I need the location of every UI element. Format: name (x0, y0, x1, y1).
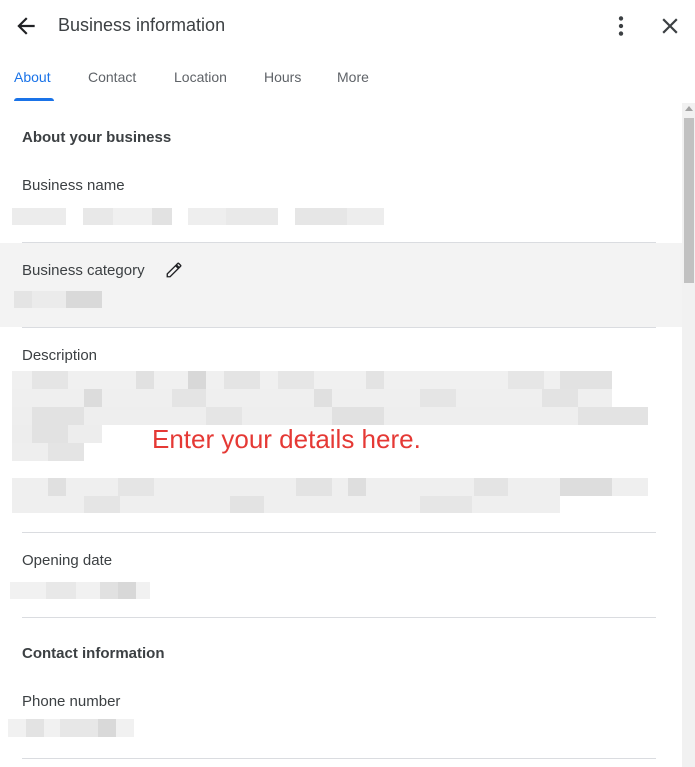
tab-about[interactable]: About (14, 69, 51, 85)
business-info-panel: Business information About Contact Locat… (0, 0, 695, 767)
panel-header: Business information (0, 0, 695, 52)
tab-more[interactable]: More (337, 69, 369, 85)
business-category-label: Business category (22, 262, 145, 279)
divider (22, 532, 656, 533)
more-options-button[interactable] (608, 13, 634, 39)
tab-bar: About Contact Location Hours More (0, 62, 695, 104)
edit-category-button[interactable] (165, 261, 183, 279)
divider (22, 617, 656, 618)
phone-number-value[interactable] (8, 719, 134, 737)
about-section-heading: About your business (22, 129, 172, 146)
scrollbar-thumb[interactable] (684, 118, 694, 283)
business-category-row[interactable] (0, 243, 682, 327)
more-vert-icon (618, 16, 624, 36)
business-name-label: Business name (22, 177, 125, 194)
pencil-icon (166, 262, 182, 278)
tab-location[interactable]: Location (174, 69, 227, 85)
close-icon (662, 18, 678, 34)
active-tab-indicator (14, 98, 54, 101)
divider (22, 327, 656, 328)
annotation-callout: Enter your details here. (152, 424, 421, 454)
phone-number-label: Phone number (22, 693, 121, 710)
tab-hours[interactable]: Hours (264, 69, 301, 85)
tab-contact[interactable]: Contact (88, 69, 136, 85)
close-button[interactable] (657, 13, 683, 39)
opening-date-label: Opening date (22, 552, 113, 569)
business-category-value (14, 291, 102, 308)
description-label: Description (22, 347, 98, 364)
business-name-value[interactable] (12, 208, 384, 225)
arrow-left-icon (17, 17, 35, 35)
divider (22, 758, 656, 759)
scroll-up-arrow-icon[interactable] (685, 106, 693, 111)
page-title: Business information (58, 15, 226, 35)
back-button[interactable] (13, 13, 39, 39)
opening-date-value[interactable] (10, 582, 150, 599)
contact-section-heading: Contact information (22, 645, 165, 662)
